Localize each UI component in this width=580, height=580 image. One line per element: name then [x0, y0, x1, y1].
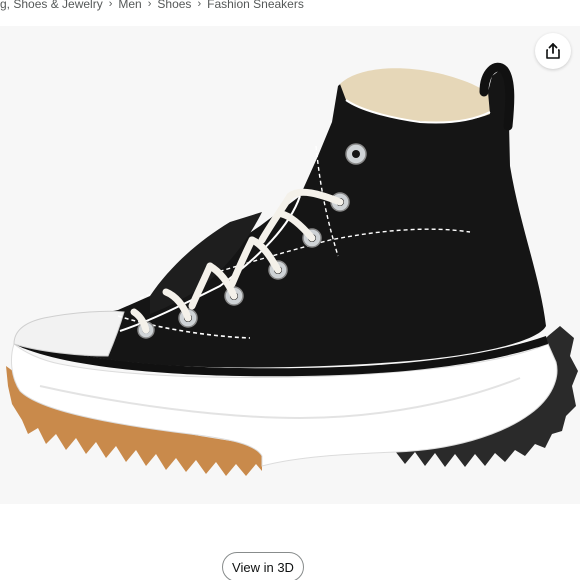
breadcrumb-item-fashion-sneakers[interactable]: Fashion Sneakers — [207, 0, 304, 11]
breadcrumb-separator: › — [197, 0, 202, 10]
product-image-panel[interactable] — [0, 26, 580, 504]
breadcrumb-item-clothing[interactable]: g, Shoes & Jewelry — [0, 0, 103, 11]
view-in-3d-label: View in 3D — [232, 559, 294, 575]
breadcrumb-item-shoes[interactable]: Shoes — [157, 0, 191, 11]
product-page: g, Shoes & Jewelry › Men › Shoes › Fashi… — [0, 0, 580, 580]
share-icon — [546, 43, 560, 59]
sneaker-image — [6, 62, 578, 476]
view-in-3d-button[interactable]: View in 3D — [222, 552, 304, 580]
breadcrumb-separator: › — [147, 0, 152, 10]
breadcrumb-item-men[interactable]: Men — [118, 0, 141, 11]
breadcrumb-separator: › — [108, 0, 113, 10]
share-button[interactable] — [535, 33, 571, 69]
breadcrumb: g, Shoes & Jewelry › Men › Shoes › Fashi… — [0, 0, 304, 13]
